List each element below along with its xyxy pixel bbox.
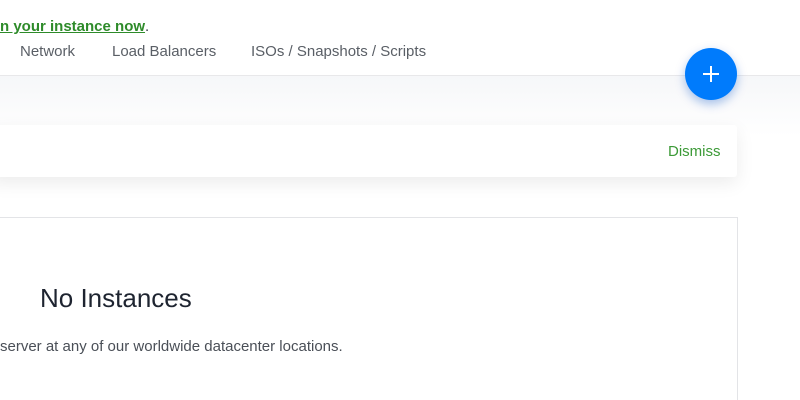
banner-period: . [145,18,150,35]
tab-network[interactable]: Network [20,43,75,60]
banner-link[interactable]: n your instance now [0,18,145,35]
empty-state-title: No Instances [40,283,192,313]
plus-icon [703,66,719,82]
dismiss-button[interactable]: Dismiss [668,143,721,160]
notice-banner [0,125,737,177]
tab-load-balancers[interactable]: Load Balancers [112,43,216,60]
empty-state-description: server at any of our worldwide datacente… [0,338,343,355]
banner-message: n your instance now. [0,18,149,35]
top-navigation: Network Load Balancers ISOs / Snapshots … [0,0,800,76]
tab-isos-snapshots-scripts[interactable]: ISOs / Snapshots / Scripts [251,43,426,60]
app-window: Network Load Balancers ISOs / Snapshots … [0,0,800,400]
add-button[interactable] [685,48,737,100]
